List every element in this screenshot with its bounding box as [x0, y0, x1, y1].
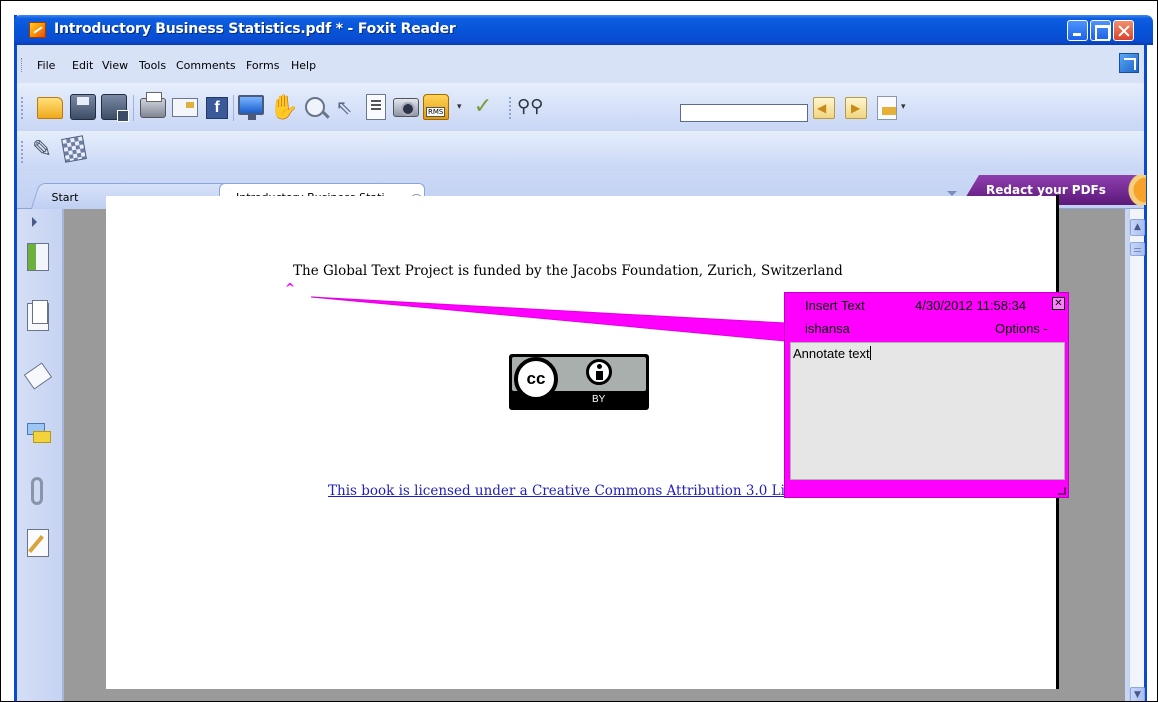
facebook-icon[interactable]: f	[206, 97, 228, 119]
insert-text-caret-icon[interactable]: ^	[285, 281, 295, 295]
cc-by-label: BY	[592, 394, 606, 405]
annotation-date: 4/30/2012 11:58:34	[915, 298, 1027, 313]
main-toolbar: f ✋ ⇖ ▾ ✓ ⚲⚲ ▾	[17, 83, 1144, 131]
tab-start-label: Start	[51, 191, 79, 204]
attachments-panel-icon[interactable]	[31, 477, 43, 505]
window-title: Introductory Business Statistics.pdf * -…	[54, 21, 456, 37]
toolbar-grip	[509, 97, 512, 119]
minimize-button[interactable]	[1067, 20, 1088, 41]
rms-lock-icon[interactable]	[423, 94, 449, 120]
menubar-grip	[21, 58, 24, 72]
maximize-button[interactable]	[1090, 20, 1111, 41]
panel-expand-icon[interactable]	[32, 217, 37, 227]
menu-comments[interactable]: Comments	[176, 59, 236, 72]
navigation-panel	[17, 209, 64, 701]
document-list-icon[interactable]	[877, 96, 897, 120]
annotation-type-label: Insert Text	[805, 298, 865, 313]
foxit-app-icon	[29, 22, 46, 38]
annotation-options-menu[interactable]: Options -	[995, 321, 1048, 336]
annotation-text-field[interactable]: Annotate text	[790, 342, 1065, 480]
bookmarks-panel-icon[interactable]	[27, 300, 49, 331]
fullscreen-icon[interactable]	[1119, 53, 1139, 73]
toolbar-grip	[21, 141, 24, 163]
close-window-button[interactable]	[1113, 20, 1134, 41]
signature-panel-icon[interactable]	[27, 529, 49, 557]
doclist-dropdown-icon[interactable]: ▾	[901, 102, 909, 112]
scroll-thumb[interactable]	[1130, 242, 1145, 256]
hand-tool-icon[interactable]: ✋	[269, 94, 299, 120]
attribution-person-icon	[586, 359, 612, 385]
license-link[interactable]: This book is licensed under a Creative C…	[328, 483, 824, 499]
print-icon[interactable]	[140, 92, 166, 118]
text-cursor	[869, 346, 871, 360]
toolbar-grip	[21, 97, 24, 119]
annotation-text: Annotate text	[793, 346, 870, 361]
find-input[interactable]	[680, 104, 808, 122]
pages-panel-icon[interactable]	[27, 243, 49, 271]
comment-toolbar: ✎	[17, 131, 1144, 171]
monitor-icon[interactable]	[238, 95, 264, 120]
card-icon[interactable]	[172, 98, 198, 117]
annotation-popup[interactable]: Insert Text 4/30/2012 11:58:34 ✕ ishansa…	[784, 292, 1069, 498]
scroll-up-button[interactable]: ▲	[1130, 219, 1145, 236]
menu-view[interactable]: View	[102, 59, 128, 72]
snapshot-camera-icon[interactable]	[393, 98, 419, 117]
scroll-down-button[interactable]: ▼	[1130, 687, 1145, 701]
creative-commons-badge: cc BY	[509, 354, 649, 410]
annotation-author: ishansa	[805, 321, 850, 336]
vertical-scrollbar[interactable]: ▲ ▼	[1129, 209, 1145, 701]
save-as-icon[interactable]	[101, 94, 129, 122]
title-bar[interactable]: Introductory Business Statistics.pdf * -…	[14, 15, 1153, 45]
find-next-icon[interactable]	[845, 97, 867, 119]
select-arrow-icon[interactable]: ⇖	[331, 94, 357, 120]
text-select-icon[interactable]	[366, 94, 386, 120]
find-previous-icon[interactable]	[813, 97, 835, 119]
save-icon[interactable]	[70, 94, 96, 120]
funding-text: The Global Text Project is funded by the…	[293, 263, 843, 279]
zoom-icon[interactable]	[305, 97, 325, 117]
toolbar-separator	[133, 95, 134, 121]
binoculars-icon[interactable]: ⚲⚲	[517, 94, 543, 120]
menu-bar: File Edit View Tools Comments Forms Help	[17, 45, 1144, 83]
cc-logo-icon: cc	[514, 357, 558, 401]
resize-handle-icon[interactable]	[1058, 487, 1066, 495]
open-folder-icon[interactable]	[37, 97, 63, 119]
annotation-close-icon[interactable]: ✕	[1052, 297, 1065, 310]
menu-edit[interactable]: Edit	[72, 59, 93, 72]
rms-dropdown-icon[interactable]: ▾	[457, 102, 465, 112]
menu-file[interactable]: File	[37, 59, 55, 72]
menu-help[interactable]: Help	[291, 59, 316, 72]
toolbar-separator	[233, 95, 234, 121]
layers-panel-icon[interactable]	[23, 362, 53, 390]
menu-forms[interactable]: Forms	[246, 59, 279, 72]
typewriter-pen-icon[interactable]: ✎	[29, 135, 55, 163]
checker-pattern-icon[interactable]	[61, 135, 87, 163]
comments-panel-icon[interactable]	[27, 421, 51, 449]
check-pencil-icon[interactable]: ✓	[470, 94, 496, 120]
menu-tools[interactable]: Tools	[139, 59, 166, 72]
screenshot-frame: Introductory Business Statistics.pdf * -…	[0, 0, 1158, 702]
